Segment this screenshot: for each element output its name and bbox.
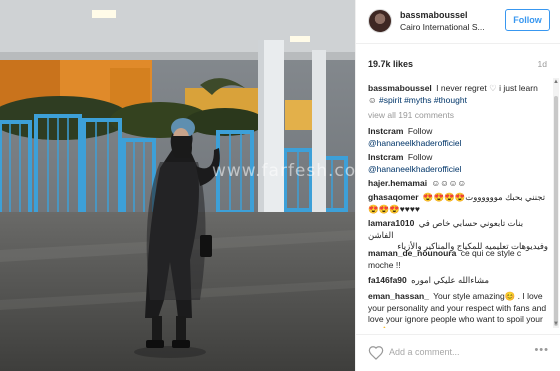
- post-side-panel: bassmaboussel Cairo International S... F…: [355, 0, 560, 371]
- comment-hashtags[interactable]: #spirit #myths #thought: [379, 95, 467, 105]
- comment-username[interactable]: maman_de_nounoura: [368, 248, 456, 258]
- comment-username[interactable]: fa146fa90: [368, 275, 407, 285]
- comment-username[interactable]: hajer.hemamai: [368, 178, 427, 188]
- watermark-text: www.farfesh.com: [212, 161, 355, 181]
- scroll-down-arrow-icon[interactable]: ▼: [553, 320, 559, 328]
- comment-text: Follow: [407, 126, 433, 136]
- comment-username[interactable]: bassmaboussel: [368, 83, 432, 93]
- comment-username[interactable]: Instcram: [368, 126, 403, 136]
- comment-item: fa146fa90 مشاءالله عليكي اموره: [368, 275, 548, 287]
- more-options-icon[interactable]: •••: [534, 344, 549, 356]
- post-photo-illustration: [0, 0, 355, 371]
- comment-username[interactable]: eman_hassan_: [368, 291, 429, 301]
- post-photo[interactable]: www.farfesh.com: [0, 0, 355, 371]
- heart-icon: ♡: [489, 83, 497, 93]
- follow-button[interactable]: Follow: [505, 9, 550, 31]
- likes-count[interactable]: 19.7k likes: [368, 59, 413, 69]
- comment-text: ☺☺☺☺: [431, 178, 467, 188]
- scroll-up-arrow-icon[interactable]: ▲: [553, 78, 559, 86]
- view-all-comments-link[interactable]: view all 191 comments: [368, 110, 548, 122]
- comment-text: Follow: [407, 152, 433, 162]
- comment-footer: Add a comment... •••: [356, 334, 560, 371]
- comment-item: eman_hassan_ Your style amazing😊 . I lov…: [368, 291, 548, 328]
- comment-item: ghasaqomer 😍😍😍😍تجنني بحبك مووووووت 😍😍😍♥♥…: [368, 192, 548, 215]
- post-username[interactable]: bassmaboussel: [400, 10, 468, 20]
- comment-username[interactable]: ghasaqomer: [368, 192, 419, 202]
- comment-item: hajer.hemamai ☺☺☺☺: [368, 178, 548, 190]
- comment-username[interactable]: lamara1010: [368, 218, 414, 228]
- post-location[interactable]: Cairo International S...: [400, 22, 498, 32]
- comment-text: I never regret: [436, 83, 490, 93]
- heart-icon[interactable]: [368, 345, 384, 361]
- scrollbar-thumb[interactable]: [554, 96, 558, 326]
- comment-list: bassmaboussel I never regret ♡ i just le…: [356, 78, 552, 328]
- comment-text: 😍😍😍😍تجنني بحبك مووووووت: [422, 192, 546, 202]
- comment-item: bassmaboussel I never regret ♡ i just le…: [368, 83, 548, 106]
- comment-username[interactable]: Instcram: [368, 152, 403, 162]
- comment-mention[interactable]: @hananeelkhaderofficiel: [368, 138, 462, 148]
- comment-item: Instcram Follow @hananeelkhaderofficiel: [368, 126, 548, 149]
- comment-text: مشاءالله عليكي اموره: [411, 275, 490, 285]
- avatar[interactable]: [368, 9, 392, 33]
- comment-item: Instcram Follow @hananeelkhaderofficiel: [368, 152, 548, 175]
- post-header: bassmaboussel Cairo International S... F…: [356, 0, 560, 44]
- post-age[interactable]: 1d: [538, 59, 547, 69]
- comment-mention[interactable]: @hananeelkhaderofficiel: [368, 164, 462, 174]
- add-comment-input[interactable]: Add a comment...: [389, 347, 460, 357]
- comment-text-continued: 😍😍😍♥♥♥♥: [368, 203, 420, 214]
- comment-item: maman_de_nounoura ce qui ce style c moch…: [368, 248, 548, 271]
